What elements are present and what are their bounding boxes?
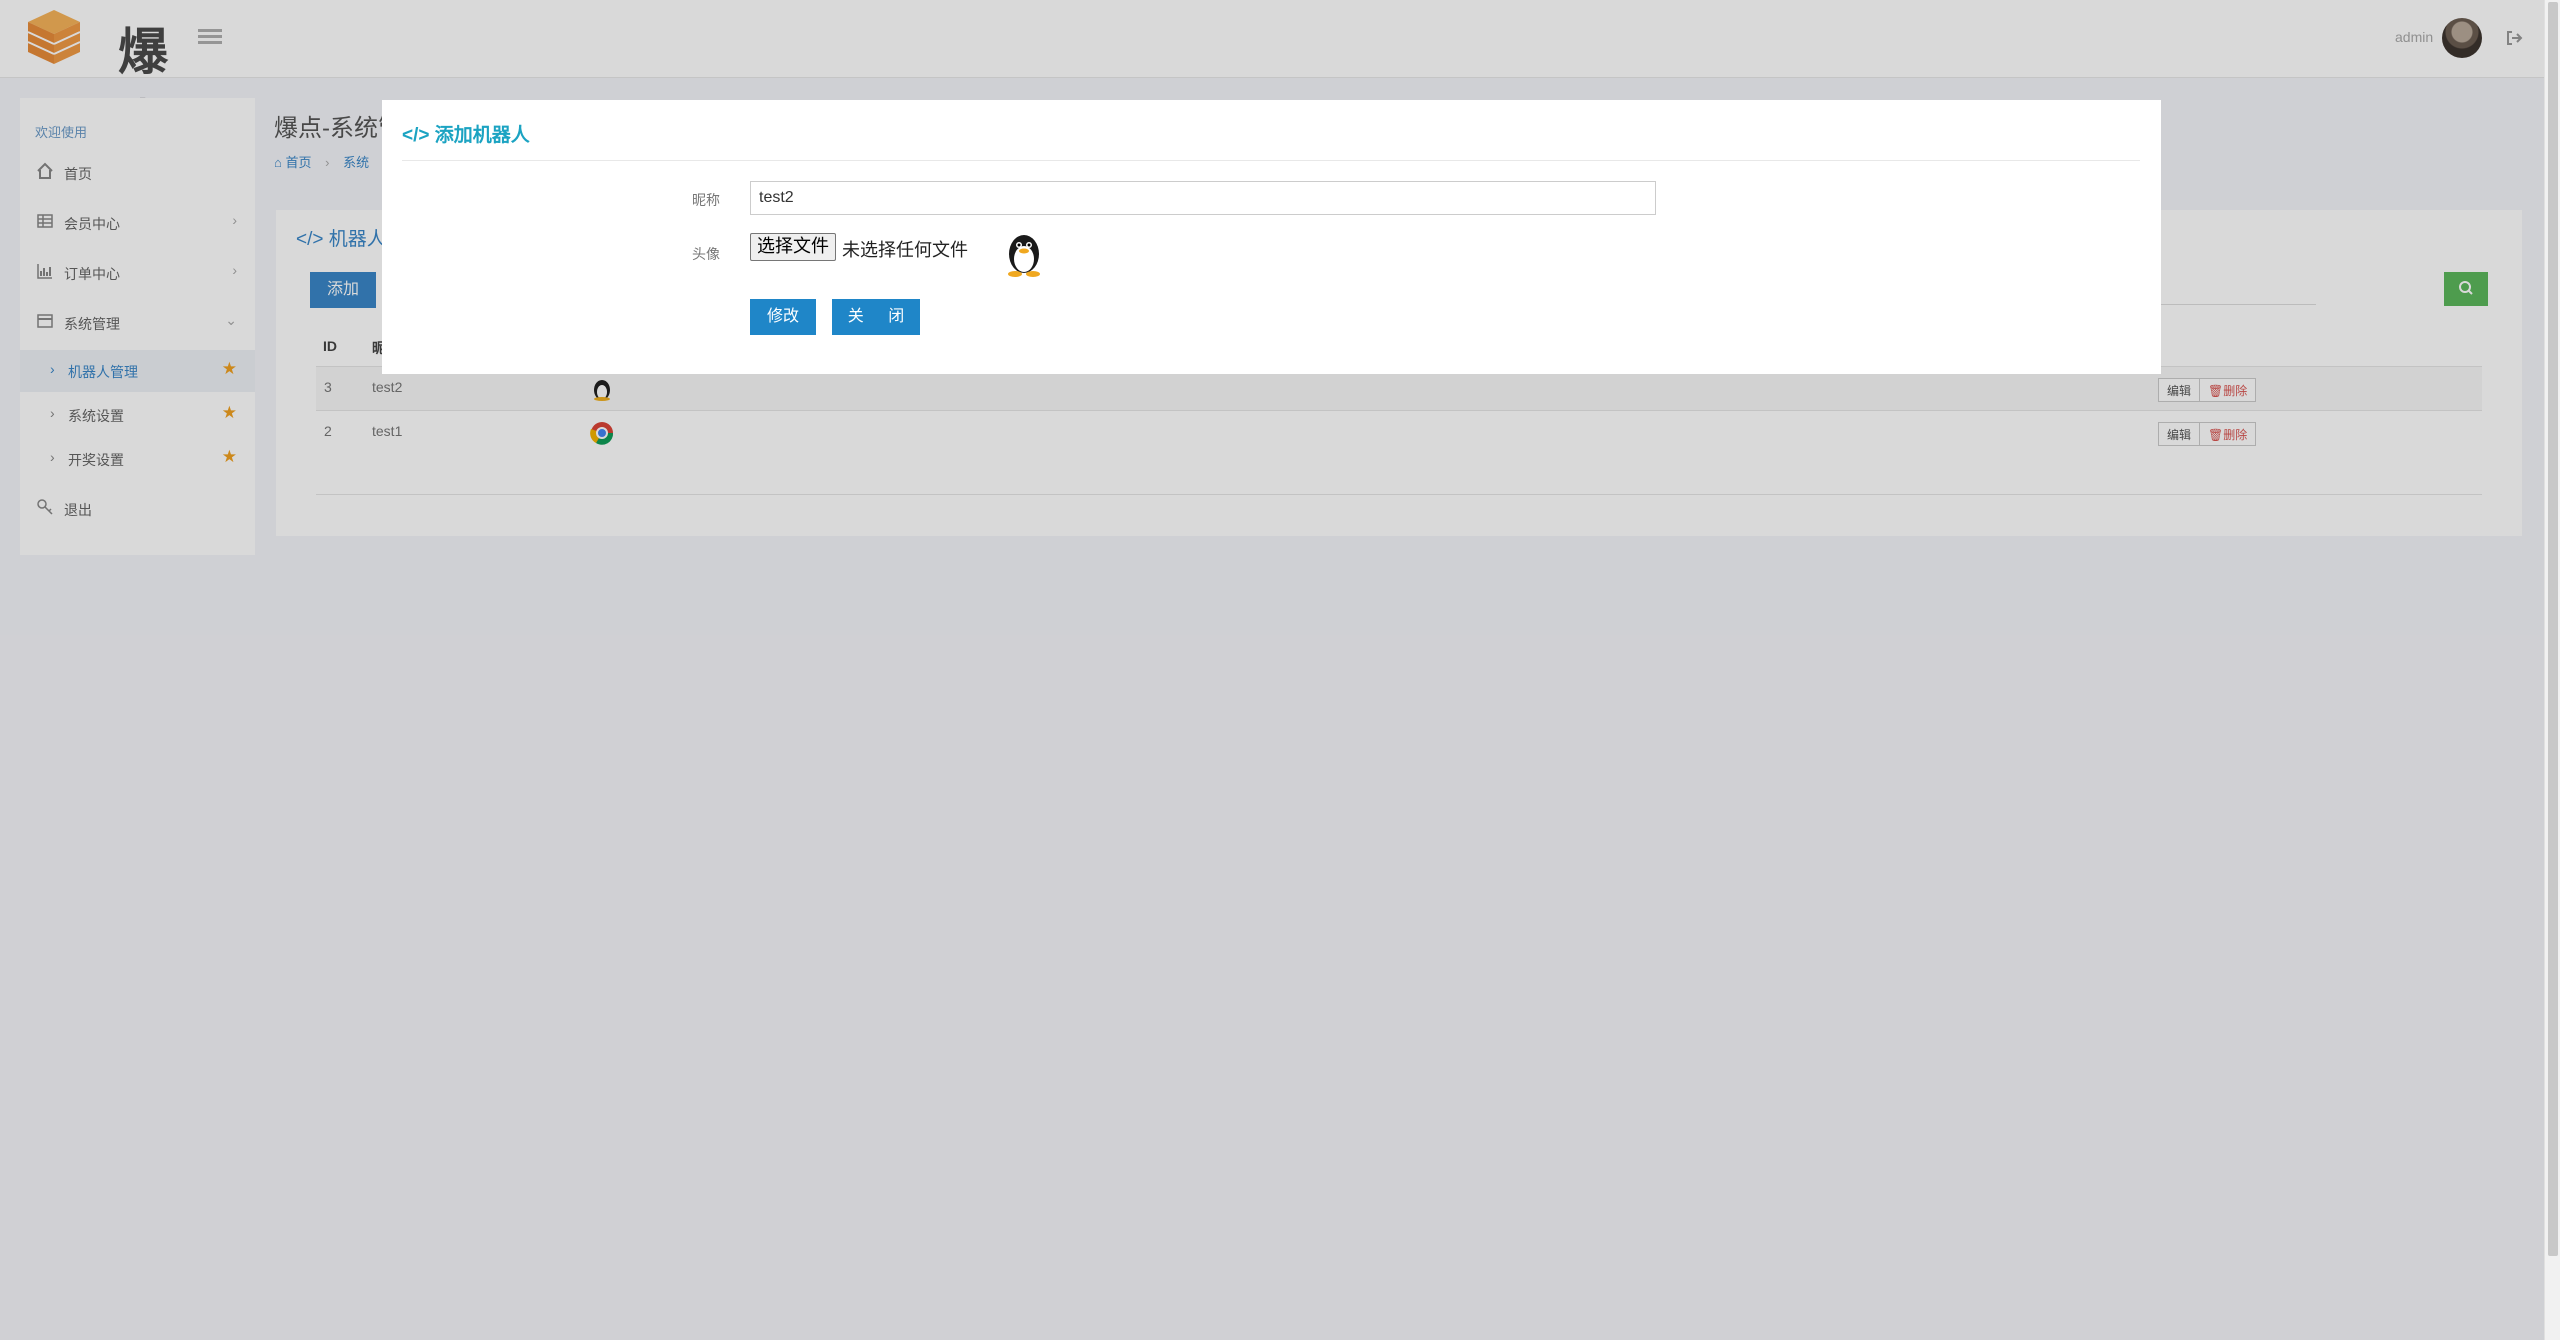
avatar-label: 头像 bbox=[692, 246, 720, 262]
choose-file-button[interactable]: 选择文件 bbox=[750, 233, 836, 261]
scrollbar-thumb[interactable] bbox=[2548, 2, 2558, 1256]
page-scrollbar[interactable] bbox=[2544, 0, 2560, 1340]
nickname-input[interactable] bbox=[750, 181, 1656, 215]
file-status: 未选择任何文件 bbox=[842, 240, 968, 261]
nickname-label: 昵称 bbox=[692, 192, 720, 208]
close-button[interactable]: 关 闭 bbox=[832, 299, 920, 335]
dialog-title-text: 添加机器人 bbox=[434, 125, 530, 146]
dialog-title: </> 添加机器人 bbox=[402, 120, 530, 147]
submit-button[interactable]: 修改 bbox=[750, 299, 816, 335]
code-icon: </> bbox=[402, 125, 435, 146]
add-robot-dialog: </> 添加机器人 昵称 头像 选择文件 未选择任何文件 修改 关 闭 bbox=[382, 100, 2161, 374]
penguin-avatar-preview bbox=[1008, 235, 1040, 277]
divider bbox=[402, 160, 2140, 161]
